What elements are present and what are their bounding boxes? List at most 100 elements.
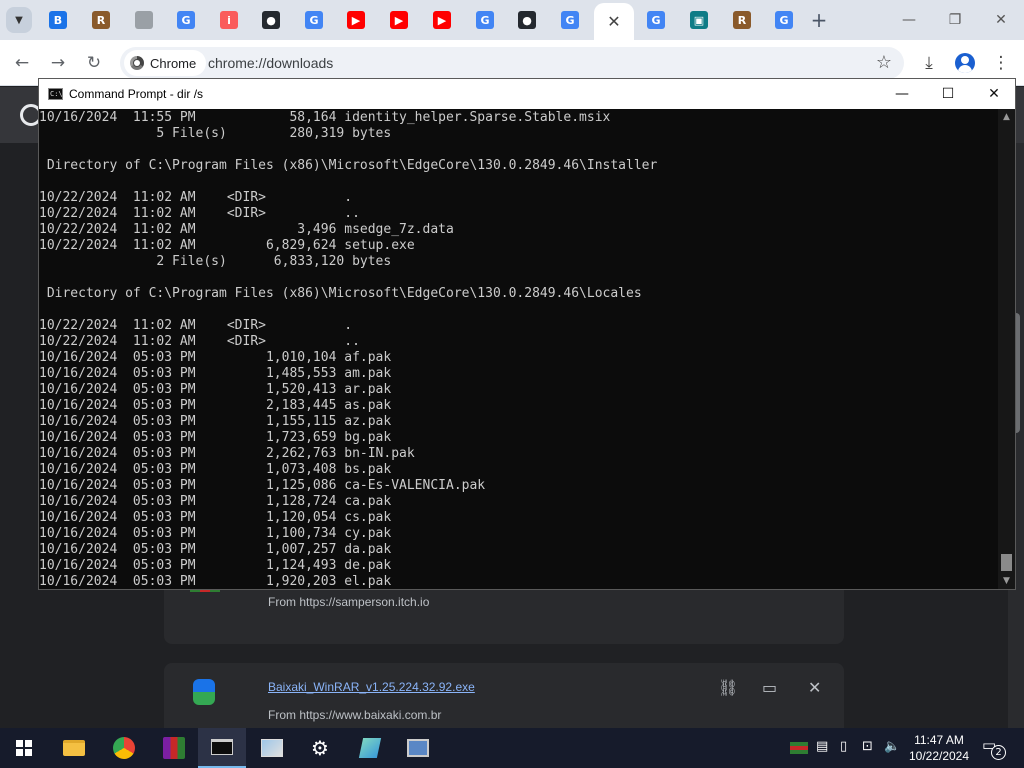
browser-tab[interactable]: ▣ bbox=[679, 5, 719, 35]
network-icon[interactable]: ⊡ bbox=[862, 739, 873, 754]
taskbar-photos[interactable] bbox=[248, 728, 296, 768]
clock-date: 10/22/2024 bbox=[908, 749, 970, 763]
taskbar-network-tool[interactable] bbox=[394, 728, 442, 768]
arrow-left-icon: ← bbox=[14, 53, 30, 73]
youtube-favicon-icon: ▶ bbox=[390, 11, 408, 29]
close-icon[interactable]: ✕ bbox=[607, 12, 620, 31]
download-source: From https://samperson.itch.io bbox=[268, 595, 430, 609]
tab-active[interactable]: ✕ bbox=[594, 3, 634, 40]
cmd-scrollbar-thumb[interactable] bbox=[1001, 554, 1012, 571]
folder-icon[interactable]: ▭ bbox=[762, 678, 777, 697]
browser-tab[interactable]: ● bbox=[251, 5, 291, 35]
cmd-output-line: 10/22/2024 11:02 AM 6,829,624 setup.exe bbox=[39, 238, 415, 253]
cmd-output[interactable]: 10/16/2024 11:55 PM 58,164 identity_help… bbox=[39, 109, 999, 589]
tray-winrar-icon[interactable] bbox=[790, 742, 808, 754]
cmd-output-line: Directory of C:\Program Files (x86)\Micr… bbox=[39, 286, 642, 301]
cmd-output-line: 10/16/2024 05:03 PM 2,262,763 bn-IN.pak bbox=[39, 446, 415, 461]
reload-button[interactable]: ↻ bbox=[81, 50, 107, 76]
notification-count: 2 bbox=[991, 745, 1006, 760]
cmd-output-line: 10/22/2024 11:02 AM <DIR> .. bbox=[39, 206, 360, 221]
download-filename-link[interactable]: Baixaki_WinRAR_v1.25.224.32.92.exe bbox=[268, 680, 475, 694]
youtube-favicon-icon: ▶ bbox=[433, 11, 451, 29]
browser-tab[interactable] bbox=[124, 5, 164, 35]
profile-button[interactable] bbox=[952, 50, 978, 76]
minimize-button[interactable]: — bbox=[886, 0, 932, 40]
chevron-down-icon: ▼ bbox=[15, 14, 23, 26]
browser-tab[interactable]: G bbox=[294, 5, 334, 35]
tray-app-icon[interactable]: ▤ bbox=[816, 739, 828, 754]
browser-tab[interactable]: G bbox=[550, 5, 590, 35]
notepad-icon bbox=[358, 738, 382, 758]
browser-tab[interactable]: G bbox=[166, 5, 206, 35]
url-text[interactable]: chrome://downloads bbox=[208, 55, 333, 71]
copy-link-icon[interactable]: ⛓ bbox=[718, 678, 738, 697]
remove-icon[interactable]: ✕ bbox=[808, 678, 821, 697]
winrar-favicon-icon: R bbox=[733, 11, 751, 29]
bookmark-star-icon[interactable]: ☆ bbox=[876, 52, 892, 73]
gear-icon: ⚙ bbox=[311, 736, 329, 760]
browser-tab[interactable]: ● bbox=[507, 5, 547, 35]
browser-tab[interactable]: ▶ bbox=[422, 5, 462, 35]
forward-button[interactable]: → bbox=[45, 50, 71, 76]
back-button[interactable]: ← bbox=[9, 50, 35, 76]
cmd-titlebar[interactable]: C:\ Command Prompt - dir /s — ☐ ✕ bbox=[39, 79, 1015, 109]
scroll-down-icon[interactable]: ▼ bbox=[998, 573, 1015, 589]
youtube-favicon-icon: ▶ bbox=[347, 11, 365, 29]
cmd-maximize-button[interactable]: ☐ bbox=[925, 79, 971, 109]
taskbar-chrome[interactable] bbox=[100, 728, 148, 768]
downloads-button[interactable]: ⤓ bbox=[916, 50, 942, 76]
cmd-output-line: 10/22/2024 11:02 AM <DIR> . bbox=[39, 190, 353, 205]
app-favicon-icon: ▣ bbox=[690, 11, 708, 29]
taskbar-file-explorer[interactable] bbox=[50, 728, 98, 768]
tray-usb-icon[interactable]: ▯ bbox=[840, 739, 847, 754]
site-info-chip[interactable]: Chrome bbox=[124, 50, 207, 76]
cmd-close-button[interactable]: ✕ bbox=[971, 79, 1017, 109]
start-button[interactable] bbox=[0, 728, 48, 768]
taskbar-settings[interactable]: ⚙ bbox=[296, 728, 344, 768]
cmd-output-line: 5 File(s) 280,319 bytes bbox=[39, 126, 392, 141]
browser-tab[interactable]: R bbox=[722, 5, 762, 35]
google-favicon-icon: G bbox=[177, 11, 195, 29]
new-tab-button[interactable]: + bbox=[806, 7, 832, 33]
google-favicon-icon: G bbox=[561, 11, 579, 29]
taskbar-winrar[interactable] bbox=[150, 728, 198, 768]
cmd-output-line: 10/16/2024 05:03 PM 1,520,413 ar.pak bbox=[39, 382, 392, 397]
computer-icon bbox=[407, 739, 429, 757]
google-favicon-icon: G bbox=[775, 11, 793, 29]
restore-button[interactable]: ❐ bbox=[932, 0, 978, 40]
cmd-minimize-button[interactable]: — bbox=[879, 79, 925, 109]
browser-tab[interactable]: G bbox=[465, 5, 505, 35]
browser-tab[interactable]: B bbox=[38, 5, 78, 35]
google-favicon-icon: G bbox=[647, 11, 665, 29]
cmd-scrollbar[interactable]: ▲ ▼ bbox=[998, 109, 1015, 589]
browser-tab[interactable]: R bbox=[81, 5, 121, 35]
cmd-output-line: 10/22/2024 11:02 AM <DIR> .. bbox=[39, 334, 360, 349]
folder-icon bbox=[63, 740, 85, 756]
browser-tab[interactable]: G bbox=[636, 5, 676, 35]
close-window-button[interactable]: ✕ bbox=[978, 0, 1024, 40]
cmd-output-line: 10/16/2024 11:55 PM 58,164 identity_help… bbox=[39, 110, 611, 125]
browser-tab[interactable]: i bbox=[209, 5, 249, 35]
tab-strip: ▼ B R Gi ● G ▶ ▶ ▶ G ● G ✕ G ▣ R G + — ❐ ✕ bbox=[0, 0, 1024, 40]
system-clock[interactable]: 11:47 AM 10/22/2024 bbox=[904, 732, 974, 764]
address-bar[interactable]: Chrome chrome://downloads ☆ bbox=[120, 47, 904, 79]
browser-tab[interactable]: G bbox=[764, 5, 804, 35]
notification-center-button[interactable]: ▭ 2 bbox=[982, 736, 1006, 760]
cmd-app-icon: C:\ bbox=[48, 88, 63, 100]
windows-logo-icon bbox=[16, 740, 32, 756]
google-favicon-icon: G bbox=[476, 11, 494, 29]
cmd-output-line: 10/16/2024 05:03 PM 2,183,445 as.pak bbox=[39, 398, 392, 413]
download-item: Baixaki_WinRAR_v1.25.224.32.92.exe From … bbox=[164, 663, 844, 735]
tab-search-button[interactable]: ▼ bbox=[6, 7, 32, 33]
speaker-muted-icon[interactable]: 🔈 bbox=[884, 739, 900, 754]
reload-icon: ↻ bbox=[86, 53, 102, 73]
taskbar-notepad[interactable] bbox=[346, 728, 394, 768]
arrow-right-icon: → bbox=[50, 53, 66, 73]
browser-tab[interactable]: ▶ bbox=[379, 5, 419, 35]
command-prompt-window[interactable]: C:\ Command Prompt - dir /s — ☐ ✕ 10/16/… bbox=[38, 78, 1016, 590]
browser-tab[interactable]: ▶ bbox=[336, 5, 376, 35]
taskbar-command-prompt[interactable] bbox=[198, 728, 246, 768]
menu-button[interactable]: ⋮ bbox=[988, 50, 1014, 76]
chrome-icon bbox=[130, 56, 144, 70]
scroll-up-icon[interactable]: ▲ bbox=[998, 109, 1015, 125]
